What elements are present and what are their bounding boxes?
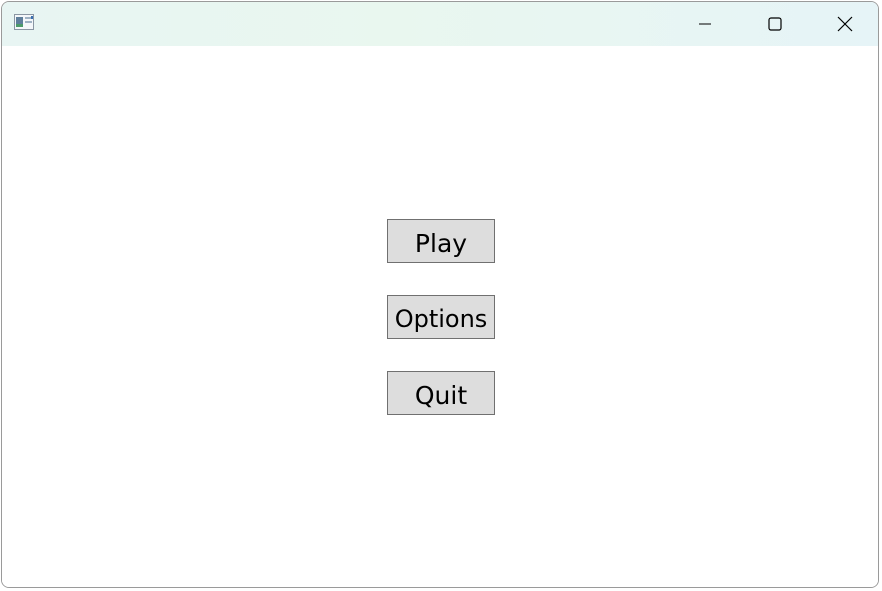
client-area: Play Options Quit: [2, 46, 878, 587]
maximize-button[interactable]: [740, 2, 810, 46]
quit-button-label: Quit: [414, 380, 468, 410]
app-window-icon[interactable]: [14, 14, 34, 30]
options-button-label: Options: [394, 305, 488, 333]
play-button[interactable]: Play: [387, 219, 495, 263]
close-button[interactable]: [810, 2, 878, 46]
minimize-icon: [698, 17, 712, 31]
minimize-button[interactable]: [670, 2, 740, 46]
play-button-label: Play: [414, 228, 468, 258]
options-button[interactable]: Options: [387, 295, 495, 339]
app-window: Play Options Quit: [1, 1, 879, 588]
title-bar[interactable]: [2, 2, 878, 46]
quit-button[interactable]: Quit: [387, 371, 495, 415]
close-icon: [837, 16, 853, 32]
maximize-icon: [768, 17, 782, 31]
